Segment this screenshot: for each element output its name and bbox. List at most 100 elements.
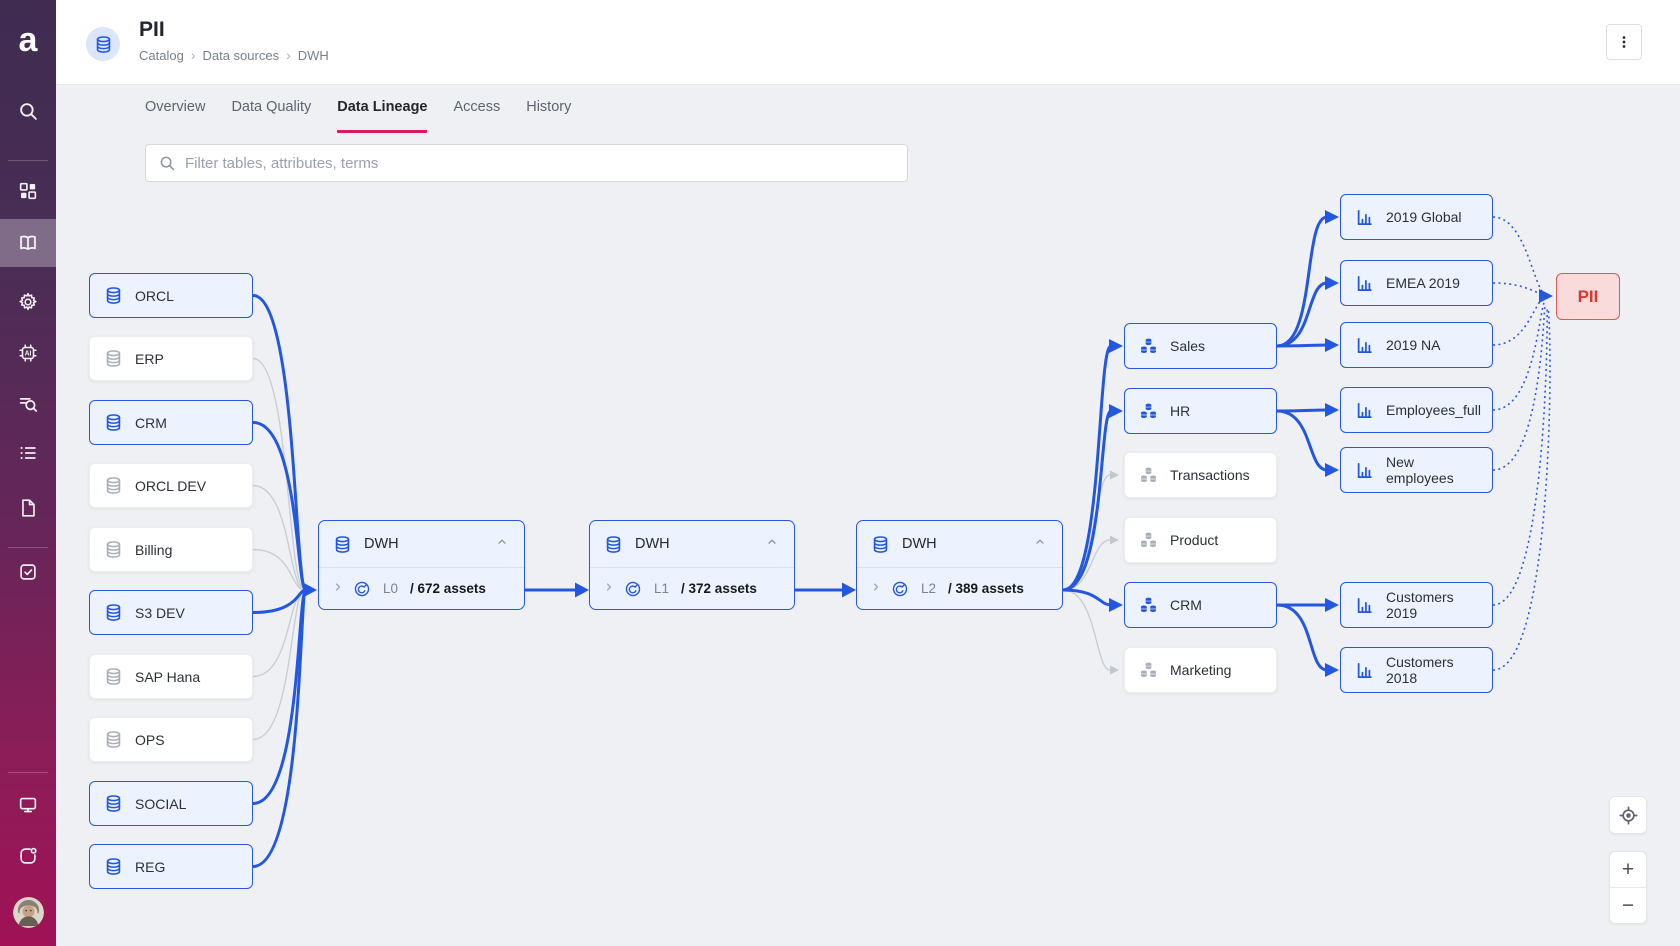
node-label: New employees	[1386, 454, 1478, 486]
dwh-node-header[interactable]: DWH	[590, 521, 794, 567]
node-label: REG	[135, 859, 165, 875]
lineage-node-emea-2019[interactable]: EMEA 2019	[1340, 260, 1493, 306]
lineage-node-reg[interactable]: REG	[89, 844, 253, 889]
entity-database-icon	[86, 27, 120, 61]
lineage-node-crm-source[interactable]: CRM	[89, 400, 253, 445]
sidebar-desktop-icon[interactable]	[8, 785, 48, 825]
lineage-node-2019-na[interactable]: 2019 NA	[1340, 322, 1493, 368]
search-icon	[158, 154, 176, 172]
node-label: Product	[1170, 532, 1218, 548]
lineage-node-marketing[interactable]: Marketing	[1124, 647, 1277, 693]
sidebar-search-icon[interactable]	[8, 91, 48, 131]
tab-overview[interactable]: Overview	[145, 99, 205, 133]
database-icon	[104, 730, 123, 749]
sidebar-monitoring-search-icon[interactable]	[8, 384, 48, 424]
sidebar-grid-icon[interactable]	[8, 171, 48, 211]
lineage-node-2019-global[interactable]: 2019 Global	[1340, 194, 1493, 240]
lineage-node-crm-mart[interactable]: CRM	[1124, 582, 1277, 628]
zoom-in-button[interactable]: +	[1610, 852, 1646, 887]
database-icon	[104, 603, 123, 622]
chevron-right-icon[interactable]	[869, 580, 883, 597]
dwh-assets-row[interactable]: L0 / 672 assets	[319, 567, 524, 609]
node-label: Transactions	[1170, 467, 1250, 483]
lineage-node-erp[interactable]: ERP	[89, 336, 253, 381]
sidebar-checkbox-icon[interactable]	[8, 552, 48, 592]
locate-button[interactable]	[1609, 796, 1647, 834]
node-label: Marketing	[1170, 662, 1231, 678]
database-icon	[104, 794, 123, 813]
lineage-node-pii-term[interactable]: PII	[1556, 273, 1620, 320]
lineage-node-dwh-l2[interactable]: DWH L2 / 389 assets	[856, 520, 1063, 610]
sidebar-divider	[8, 160, 48, 161]
tab-data-lineage[interactable]: Data Lineage	[337, 99, 427, 133]
lineage-node-orcl[interactable]: ORCL	[89, 273, 253, 318]
lineage-node-s3-dev[interactable]: S3 DEV	[89, 590, 253, 635]
breadcrumb: Catalog › Data sources › DWH	[139, 48, 329, 63]
node-label: Customers 2019	[1386, 589, 1478, 621]
breadcrumb-item-catalog[interactable]: Catalog	[139, 48, 184, 63]
lineage-node-customers-2019[interactable]: Customers 2019	[1340, 582, 1493, 628]
sidebar-gear-icon[interactable]	[8, 282, 48, 322]
chevron-right-icon[interactable]	[602, 580, 616, 597]
more-actions-button[interactable]	[1606, 24, 1642, 60]
breadcrumb-item-data-sources[interactable]: Data sources	[202, 48, 279, 63]
lineage-node-customers-2018[interactable]: Customers 2018	[1340, 647, 1493, 693]
report-icon	[1355, 401, 1374, 420]
breadcrumb-item-dwh[interactable]: DWH	[298, 48, 329, 63]
assets-icon	[353, 580, 371, 598]
tab-data-quality[interactable]: Data Quality	[231, 99, 311, 133]
kebab-menu-icon	[1614, 32, 1634, 52]
lineage-node-new-employees[interactable]: New employees	[1340, 447, 1493, 493]
breadcrumb-separator-icon: ›	[191, 49, 196, 62]
report-icon	[1355, 596, 1374, 615]
app-logo[interactable]: a	[0, 20, 56, 60]
lineage-node-dwh-l0[interactable]: DWH L0 / 672 assets	[318, 520, 525, 610]
database-icon	[104, 286, 123, 305]
sidebar-book-icon[interactable]	[8, 223, 48, 263]
sidebar-ai-chip-icon[interactable]	[8, 333, 48, 373]
node-label: S3 DEV	[135, 605, 185, 621]
lineage-node-product[interactable]: Product	[1124, 517, 1277, 563]
sidebar-document-icon[interactable]	[8, 488, 48, 528]
tab-history[interactable]: History	[526, 99, 571, 133]
dwh-assets-row[interactable]: L1 / 372 assets	[590, 567, 794, 609]
zoom-out-button[interactable]: −	[1610, 888, 1646, 923]
dwh-assets-row[interactable]: L2 / 389 assets	[857, 567, 1062, 609]
node-label: SOCIAL	[135, 796, 186, 812]
assets-icon	[891, 580, 909, 598]
lineage-node-sales[interactable]: Sales	[1124, 323, 1277, 369]
page-title: PII	[139, 18, 165, 42]
chevron-right-icon[interactable]	[331, 580, 345, 597]
sidebar-list-icon[interactable]	[8, 433, 48, 473]
database-icon	[104, 413, 123, 432]
dwh-node-header[interactable]: DWH	[319, 521, 524, 567]
lineage-node-ops[interactable]: OPS	[89, 717, 253, 762]
chevron-up-icon[interactable]	[764, 534, 780, 554]
node-label: Sales	[1170, 338, 1205, 354]
sidebar-session-icon[interactable]	[8, 836, 48, 876]
lineage-node-hr[interactable]: HR	[1124, 388, 1277, 434]
report-icon	[1355, 461, 1374, 480]
user-avatar[interactable]	[13, 897, 44, 928]
lineage-node-dwh-l1[interactable]: DWH L1 / 372 assets	[589, 520, 795, 610]
node-label: DWH	[635, 536, 670, 552]
sidebar-divider	[8, 547, 48, 548]
lineage-node-transactions[interactable]: Transactions	[1124, 452, 1277, 498]
node-label: DWH	[364, 536, 399, 552]
lineage-node-social[interactable]: SOCIAL	[89, 781, 253, 826]
schema-icon	[1139, 402, 1158, 421]
tab-access[interactable]: Access	[453, 99, 500, 133]
lineage-node-orcl-dev[interactable]: ORCL DEV	[89, 463, 253, 508]
chevron-up-icon[interactable]	[1032, 534, 1048, 554]
schema-icon	[1139, 661, 1158, 680]
filter-input[interactable]	[185, 155, 895, 172]
report-icon	[1355, 336, 1374, 355]
assets-icon	[624, 580, 642, 598]
node-label: HR	[1170, 403, 1190, 419]
lineage-node-billing[interactable]: Billing	[89, 527, 253, 572]
layer-label: L2	[921, 581, 936, 596]
lineage-node-employees-full[interactable]: Employees_full	[1340, 387, 1493, 433]
dwh-node-header[interactable]: DWH	[857, 521, 1062, 567]
lineage-node-sap-hana[interactable]: SAP Hana	[89, 654, 253, 699]
chevron-up-icon[interactable]	[494, 534, 510, 554]
